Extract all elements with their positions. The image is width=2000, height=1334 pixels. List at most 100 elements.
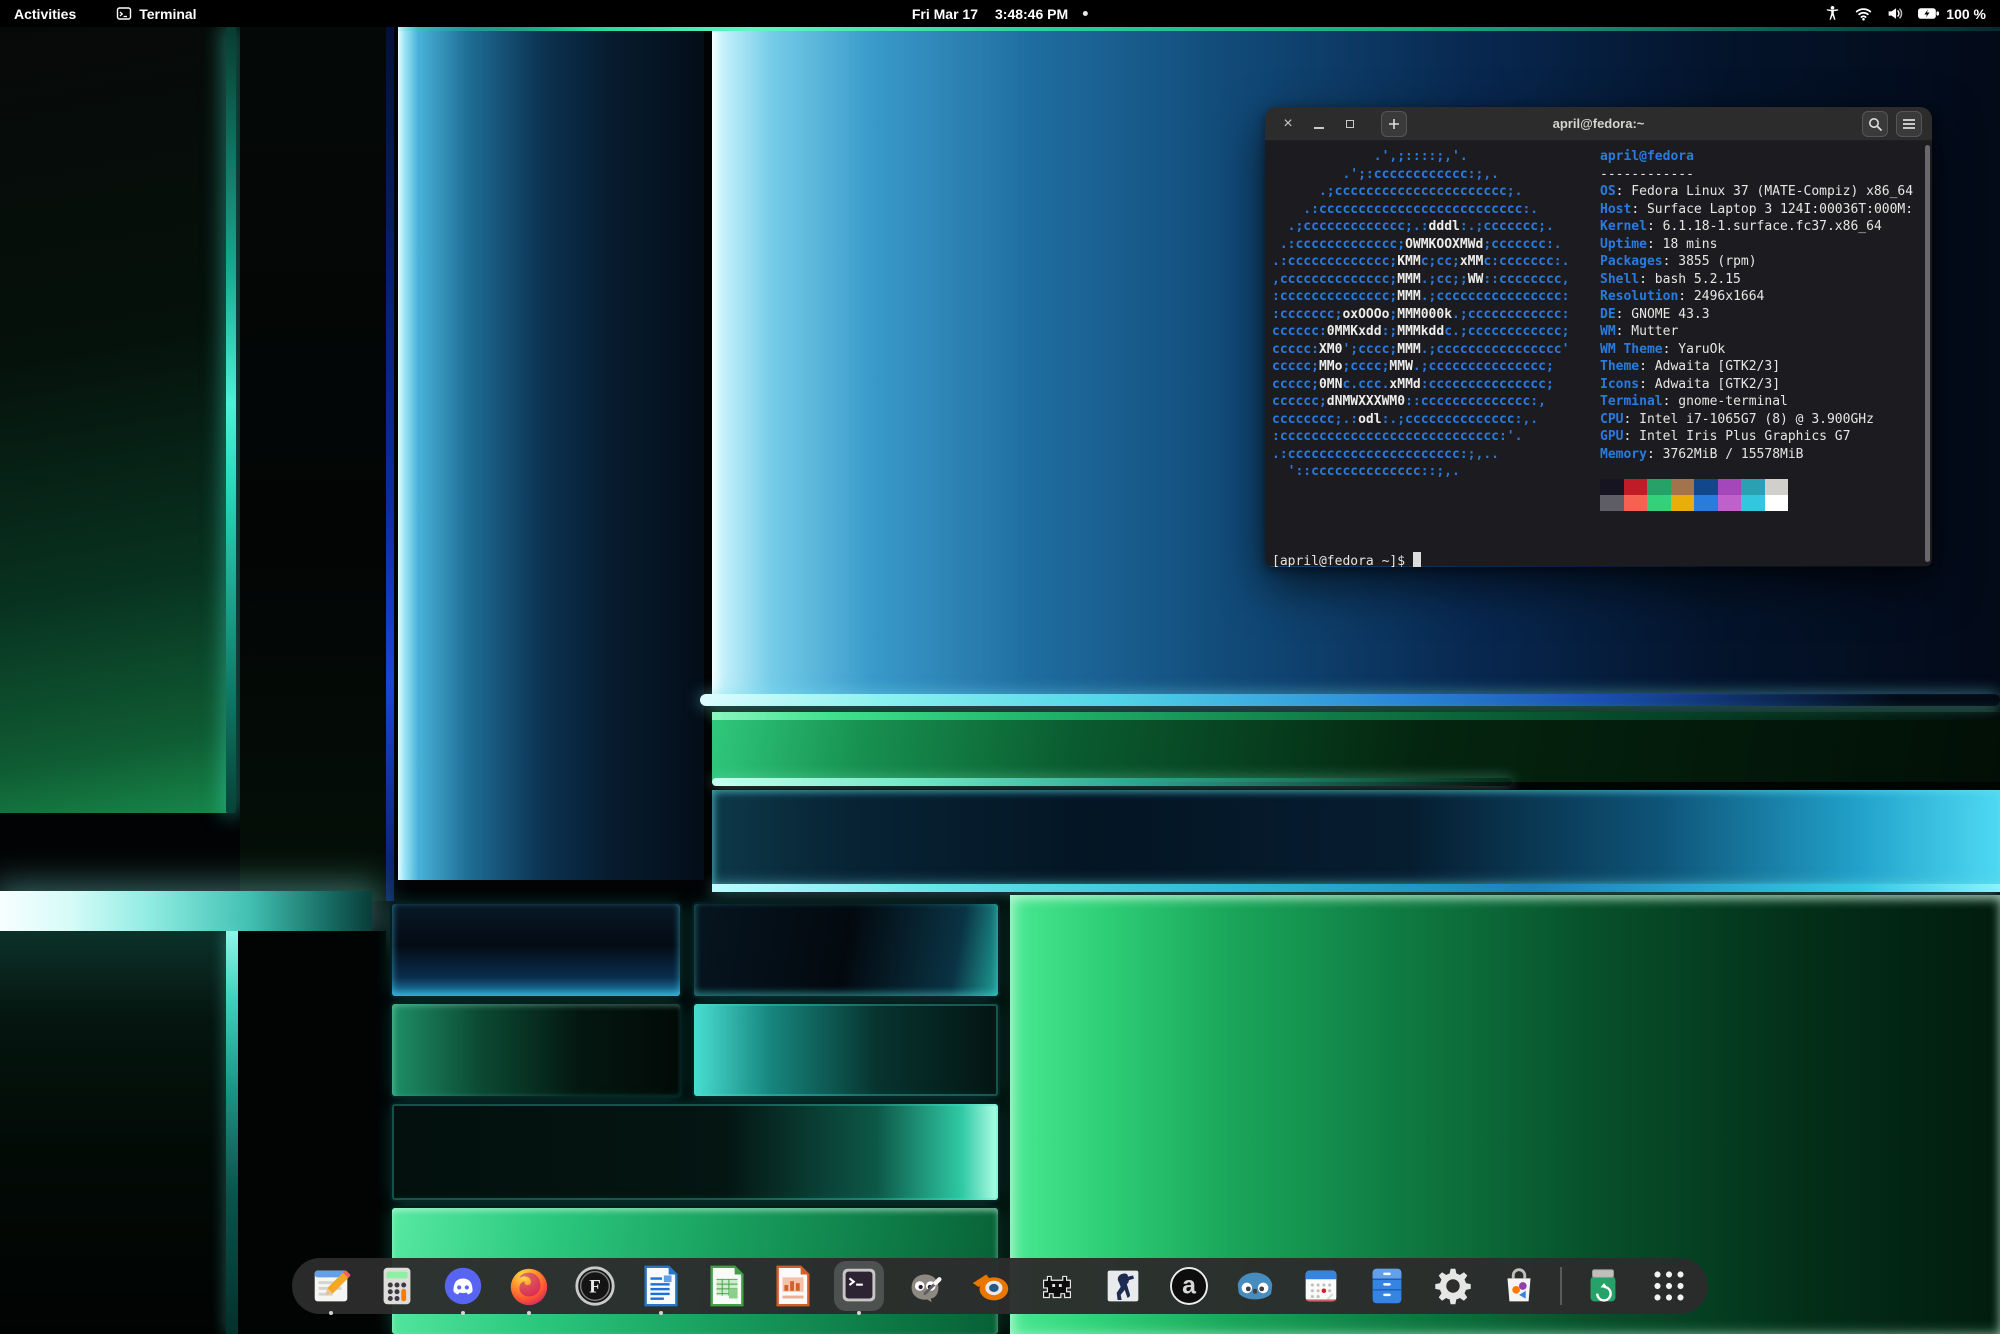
running-indicator <box>857 1311 861 1315</box>
wallpaper-glow-edge-left <box>226 27 236 813</box>
dock-item-f-app[interactable]: F <box>570 1261 620 1311</box>
godot-icon <box>1232 1263 1278 1309</box>
dock-item-show-apps[interactable] <box>1644 1261 1694 1311</box>
wallpaper-frame-4 <box>694 1004 998 1096</box>
dock-item-trash[interactable] <box>1578 1261 1628 1311</box>
dock-item-discord[interactable] <box>438 1261 488 1311</box>
f-app-icon: F <box>572 1263 618 1309</box>
retroarch-icon <box>1034 1263 1080 1309</box>
palette-row-1 <box>1600 479 1788 495</box>
wallpaper-frame-2 <box>694 904 998 996</box>
wallpaper-frame-5 <box>392 1104 998 1200</box>
wallpaper-frame-1 <box>392 904 680 996</box>
wifi-icon[interactable] <box>1854 5 1873 22</box>
svg-text:a: a <box>1182 1272 1197 1300</box>
wallpaper-glow-bar-left <box>0 891 372 931</box>
libreoffice-calc-icon <box>704 1263 750 1309</box>
maximize-icon[interactable] <box>1341 115 1359 133</box>
desktop: Activities Terminal Fri Mar 17 3:48:46 P… <box>0 0 2000 1334</box>
wallpaper-blue-line <box>386 27 394 901</box>
running-indicator <box>329 1311 333 1315</box>
clock-date: Fri Mar 17 <box>912 6 978 22</box>
wallpaper-green-line <box>712 712 2000 720</box>
close-icon[interactable]: × <box>1279 115 1297 133</box>
dock-item-libreoffice-writer[interactable] <box>636 1261 686 1311</box>
software-icon <box>1496 1263 1542 1309</box>
terminal-icon <box>836 1263 882 1309</box>
palette-swatch <box>1671 495 1695 511</box>
volume-icon[interactable] <box>1886 5 1904 22</box>
palette-swatch <box>1741 495 1765 511</box>
wallpaper-panel-dark <box>240 27 386 901</box>
dock-item-text-editor[interactable] <box>306 1261 356 1311</box>
palette-row-2 <box>1600 495 1788 511</box>
text-editor-icon <box>308 1263 354 1309</box>
wallpaper-green-band <box>712 720 2000 782</box>
focused-app-name: Terminal <box>139 6 196 22</box>
neofetch-color-palette <box>1600 479 1788 511</box>
running-indicator <box>527 1311 531 1315</box>
neofetch-info: april@fedora ------------ OS: Fedora Lin… <box>1600 148 1913 463</box>
neofetch-ascii-art: .',;::::;,'. .';:cccccccccccc:;,. .;cccc… <box>1272 148 1569 481</box>
wallpaper-top-green-line <box>398 27 2000 31</box>
palette-swatch <box>1718 479 1742 495</box>
activities-button[interactable]: Activities <box>0 6 90 22</box>
palette-swatch <box>1741 479 1765 495</box>
hamburger-menu-icon <box>1902 118 1916 130</box>
terminal-titlebar[interactable]: × april@fedora:~ <box>1265 107 1932 141</box>
calculator-icon <box>374 1263 420 1309</box>
clock-time: 3:48:46 PM <box>995 6 1068 22</box>
svg-text:F: F <box>589 1277 601 1298</box>
wallpaper-panel-navy <box>398 27 704 880</box>
wallpaper-cyan-line <box>700 694 2000 706</box>
new-tab-button[interactable] <box>1381 111 1407 137</box>
dock-item-calculator[interactable] <box>372 1261 422 1311</box>
files-icon <box>1364 1263 1410 1309</box>
dock-separator <box>1560 1267 1562 1305</box>
palette-swatch <box>1647 495 1671 511</box>
dock-item-godot[interactable] <box>1230 1261 1280 1311</box>
focused-app-menu[interactable]: Terminal <box>116 6 196 22</box>
system-tray[interactable]: 100 % <box>1824 5 2000 22</box>
terminal-title: april@fedora:~ <box>1553 116 1645 131</box>
dock-item-calendar[interactable] <box>1296 1261 1346 1311</box>
dock-item-settings[interactable] <box>1428 1261 1478 1311</box>
palette-swatch <box>1765 495 1789 511</box>
dock: Fa <box>292 1258 1708 1314</box>
menu-button[interactable] <box>1896 111 1922 137</box>
battery-indicator[interactable]: 100 % <box>1917 6 1986 22</box>
running-indicator <box>461 1311 465 1315</box>
accessibility-icon[interactable] <box>1824 5 1841 22</box>
palette-swatch <box>1624 495 1648 511</box>
dock-item-retroarch[interactable] <box>1032 1261 1082 1311</box>
plus-icon <box>1388 118 1400 130</box>
terminal-window[interactable]: × april@fedora:~ .',;::::;,'. <box>1265 107 1932 567</box>
dock-item-a-app[interactable]: a <box>1164 1261 1214 1311</box>
dock-item-firefox[interactable] <box>504 1261 554 1311</box>
wallpaper-frame-3 <box>392 1004 680 1096</box>
dock-item-software[interactable] <box>1494 1261 1544 1311</box>
running-indicator <box>659 1311 663 1315</box>
minimize-icon[interactable] <box>1310 115 1328 133</box>
dock-item-libreoffice-impress[interactable] <box>768 1261 818 1311</box>
shell-prompt: [april@fedora ~]$ <box>1272 554 1405 567</box>
prompt-line: [april@fedora ~]$ <box>1272 552 1421 567</box>
dock-item-counter-strike[interactable] <box>1098 1261 1148 1311</box>
dock-item-blender[interactable] <box>966 1261 1016 1311</box>
show-apps-icon <box>1646 1263 1692 1309</box>
terminal-body[interactable]: .',;::::;,'. .';:cccccccccccc:;,. .;cccc… <box>1265 141 1932 566</box>
battery-percent: 100 % <box>1946 6 1986 22</box>
dock-item-terminal[interactable] <box>834 1261 884 1311</box>
search-button[interactable] <box>1862 111 1888 137</box>
dock-item-files[interactable] <box>1362 1261 1412 1311</box>
firefox-icon <box>506 1263 552 1309</box>
calendar-icon <box>1298 1263 1344 1309</box>
terminal-scrollbar[interactable] <box>1925 145 1930 562</box>
wallpaper-glow-strip <box>226 931 238 1334</box>
clock-button[interactable]: Fri Mar 17 3:48:46 PM <box>912 6 1088 22</box>
discord-icon <box>440 1263 486 1309</box>
wallpaper-panel-left <box>0 27 232 813</box>
dock-item-libreoffice-calc[interactable] <box>702 1261 752 1311</box>
dock-item-gimp[interactable] <box>900 1261 950 1311</box>
top-bar: Activities Terminal Fri Mar 17 3:48:46 P… <box>0 0 2000 27</box>
